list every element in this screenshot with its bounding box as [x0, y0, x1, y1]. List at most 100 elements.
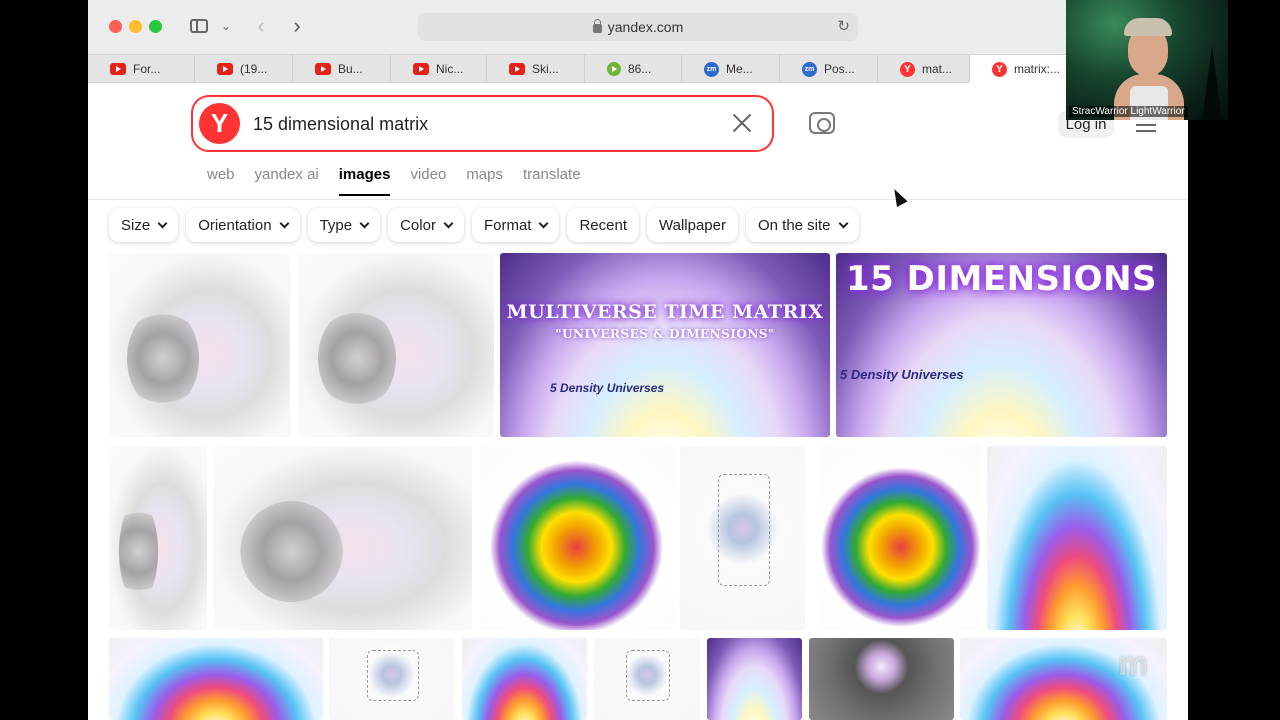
tab-label: Nic... — [436, 62, 464, 76]
title-bar: ⌄ ‹ › yandex.com ↻ — [88, 0, 1188, 54]
image-thumbnail[interactable] — [480, 446, 673, 630]
image-thumbnail[interactable] — [109, 446, 207, 630]
tab-label: 86... — [628, 62, 652, 76]
address-bar[interactable]: yandex.com ↻ — [418, 13, 858, 41]
back-arrow-icon[interactable]: ‹ — [250, 13, 272, 38]
tree-silhouette — [1202, 46, 1222, 120]
search-input[interactable] — [253, 109, 703, 139]
image-thumbnail[interactable]: 15 DIMENSIONS 5 Density Universes — [836, 253, 1167, 437]
tab-label: Ski... — [532, 62, 559, 76]
image-thumbnail[interactable] — [109, 253, 290, 437]
filter-label: On the site — [757, 216, 831, 234]
webcam-overlay: StracWarrior LightWarrior — [1066, 0, 1228, 120]
clear-icon[interactable] — [730, 111, 754, 135]
youtube-icon — [217, 63, 233, 75]
filter-label: Orientation — [198, 216, 272, 234]
thumbnail-caption: 5 Density Universes — [840, 367, 964, 382]
browser-tab[interactable]: Bu... — [293, 55, 391, 83]
tab-images[interactable]: images — [338, 166, 390, 196]
filter-size[interactable]: Size — [109, 208, 179, 242]
tab-label: matrix:... — [1014, 62, 1061, 76]
image-thumbnail[interactable] — [214, 446, 472, 630]
webcam-person — [1114, 12, 1184, 120]
tab-web[interactable]: web — [207, 166, 235, 196]
image-thumbnail[interactable] — [809, 638, 954, 720]
filter-color[interactable]: Color — [388, 208, 464, 242]
tab-bar: For... (19... Bu... Nic... Ski... 86... … — [88, 54, 1188, 83]
zoom-icon: zm — [802, 61, 817, 77]
youtube-icon — [110, 63, 126, 75]
browser-tab[interactable]: Ski... — [487, 55, 585, 83]
camera-search-icon[interactable] — [809, 112, 835, 134]
tab-label: (19... — [240, 62, 268, 76]
minimize-window-button[interactable] — [129, 20, 142, 33]
tab-maps[interactable]: maps — [466, 166, 503, 196]
browser-tab[interactable]: zm Me... — [682, 55, 780, 83]
yandex-icon: Y — [900, 61, 915, 77]
filter-label: Type — [319, 216, 353, 234]
tab-translate[interactable]: translate — [523, 166, 581, 196]
tab-label: Me... — [726, 62, 753, 76]
image-thumbnail[interactable] — [680, 446, 805, 630]
chevron-down-icon — [359, 218, 370, 228]
yandex-logo[interactable]: Y — [199, 103, 240, 144]
youtube-icon — [413, 63, 429, 75]
tab-label: mat... — [922, 62, 953, 76]
browser-tab[interactable]: Ymat... — [878, 55, 970, 83]
filter-label: Wallpaper — [659, 216, 726, 234]
reload-icon[interactable]: ↻ — [837, 17, 850, 35]
image-thumbnail[interactable]: MULTIVERSE TIME MATRIX "UNIVERSES & DIME… — [500, 253, 830, 437]
tab-label: Pos... — [824, 62, 855, 76]
tab-label: Bu... — [338, 62, 363, 76]
sidebar-toggle-icon[interactable] — [187, 14, 211, 38]
image-thumbnail[interactable] — [821, 446, 981, 630]
filter-label: Recent — [579, 216, 627, 234]
filter-label: Color — [400, 216, 436, 234]
image-thumbnail[interactable] — [329, 638, 454, 720]
chevron-down-icon — [838, 218, 848, 228]
filter-bar: Size Orientation Type Color Format Recen… — [109, 208, 859, 242]
tab-yandex-ai[interactable]: yandex ai — [255, 166, 319, 196]
youtube-icon — [509, 63, 525, 75]
filter-label: Size — [121, 216, 151, 234]
image-thumbnail[interactable] — [298, 253, 494, 437]
hamburger-menu-icon[interactable] — [1136, 118, 1156, 132]
filter-type[interactable]: Type — [307, 208, 381, 242]
thumbnail-subtitle: "UNIVERSES & DIMENSIONS" — [555, 327, 775, 341]
image-thumbnail[interactable] — [987, 446, 1167, 630]
chevron-down-icon — [443, 218, 454, 228]
chevron-down-icon[interactable]: ⌄ — [218, 14, 234, 38]
rumble-icon — [607, 62, 621, 76]
image-thumbnail[interactable] — [109, 638, 323, 720]
close-window-button[interactable] — [109, 20, 122, 33]
webcam-name-label: StracWarrior LightWarrior — [1069, 106, 1188, 117]
tab-video[interactable]: video — [410, 166, 446, 196]
browser-tab[interactable]: (19... — [195, 55, 293, 83]
browser-window: ⌄ ‹ › yandex.com ↻ For... (19... Bu... N… — [88, 0, 1188, 720]
filter-on-the-site[interactable]: On the site — [745, 208, 859, 242]
zoom-window-button[interactable] — [149, 20, 162, 33]
browser-tab[interactable]: 86... — [585, 55, 682, 83]
address-text: yandex.com — [607, 19, 684, 35]
watermark: m — [1118, 645, 1150, 683]
filter-wallpaper[interactable]: Wallpaper — [647, 208, 738, 242]
chevron-down-icon — [157, 218, 168, 228]
zoom-icon: zm — [704, 61, 719, 77]
image-thumbnail[interactable] — [594, 638, 700, 720]
filter-format[interactable]: Format — [471, 208, 560, 242]
chevron-down-icon — [539, 218, 549, 228]
filter-orientation[interactable]: Orientation — [186, 208, 300, 242]
lock-icon — [592, 18, 602, 33]
filter-label: Format — [483, 216, 532, 234]
forward-arrow-icon[interactable]: › — [286, 13, 308, 38]
filter-recent[interactable]: Recent — [567, 208, 639, 242]
yandex-icon: Y — [992, 61, 1007, 77]
image-thumbnail[interactable] — [462, 638, 587, 720]
image-thumbnail[interactable] — [707, 638, 802, 720]
service-tabs: web yandex ai images video maps translat… — [207, 166, 581, 196]
browser-tab[interactable]: zm Pos... — [780, 55, 878, 83]
browser-tab[interactable]: For... — [88, 55, 195, 83]
search-box[interactable]: Y — [191, 95, 774, 152]
browser-tab[interactable]: Nic... — [391, 55, 487, 83]
thumbnail-title: 15 DIMENSIONS — [845, 259, 1158, 299]
